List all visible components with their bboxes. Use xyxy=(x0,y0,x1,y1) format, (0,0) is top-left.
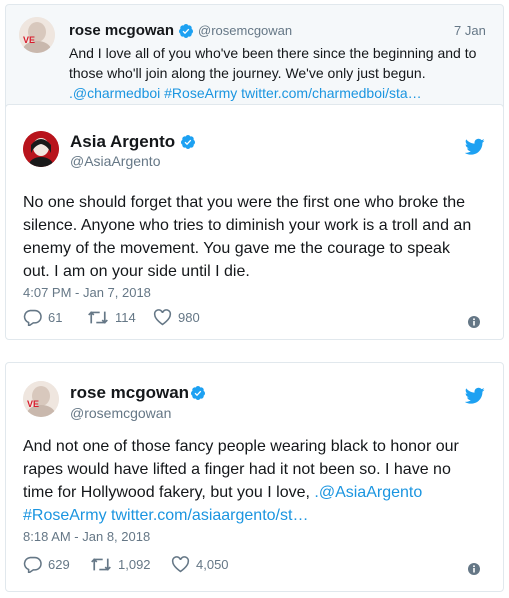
svg-text:VE: VE xyxy=(27,399,39,409)
reply-icon xyxy=(23,556,42,573)
tweet-text-line-1: And not one of those fancy people wearin… xyxy=(23,438,459,455)
verified-badge-icon xyxy=(190,386,205,400)
reply-button[interactable]: 61 xyxy=(23,309,62,326)
like-button[interactable]: 980 xyxy=(153,309,200,326)
avatar-rose-small[interactable]: VE xyxy=(19,17,55,53)
quoted-text-line-2: those who'll join along the journey. We'… xyxy=(69,65,426,81)
tweet-author-name[interactable]: rose mcgowan xyxy=(70,383,189,403)
tweet-timestamp[interactable]: 8:18 AM - Jan 8, 2018 xyxy=(23,529,150,544)
quoted-tweet-card[interactable]: VE rose mcgowan @rosemcgowan 7 Jan And I… xyxy=(5,4,504,117)
info-icon[interactable] xyxy=(468,316,480,328)
twitter-bird-icon[interactable] xyxy=(465,138,485,156)
tweet-card-asia[interactable]: Asia Argento @AsiaArgento No one should … xyxy=(5,104,504,340)
like-button[interactable]: 4,050 xyxy=(171,556,229,573)
like-count: 980 xyxy=(178,310,200,325)
retweet-icon xyxy=(91,558,111,571)
mention-link[interactable]: .@AsiaArgento xyxy=(314,484,422,501)
tweet-text-line-2: rapes would have lifted a finger had it … xyxy=(23,461,451,478)
tweet-author-handle[interactable]: @rosemcgowan xyxy=(70,405,171,421)
reply-count: 61 xyxy=(48,310,63,325)
quoted-text-line-1: And I love all of you who've been there … xyxy=(69,45,477,61)
twitter-bird-icon[interactable] xyxy=(465,387,485,405)
retweet-count: 1,092 xyxy=(118,557,151,572)
avatar-rose[interactable]: VE xyxy=(23,381,59,417)
like-icon xyxy=(171,556,190,573)
info-icon[interactable] xyxy=(468,563,480,575)
tweet-text-line-2: silence. Anyone who tries to diminish yo… xyxy=(23,217,472,234)
quoted-link-line[interactable]: .@charmedboi #RoseArmy twitter.com/charm… xyxy=(69,83,422,103)
verified-badge-icon xyxy=(180,135,195,149)
retweet-button[interactable]: 114 xyxy=(87,309,136,326)
tweet-text-line-1: No one should forget that you were the f… xyxy=(23,194,466,211)
tweet-timestamp[interactable]: 4:07 PM - Jan 7, 2018 xyxy=(23,285,151,300)
verified-badge-icon xyxy=(178,24,193,38)
tweet-text-line-3-plain: time for Hollywood fakery, but you I lov… xyxy=(23,484,315,501)
tweet-card-rose[interactable]: VE rose mcgowan @rosemcgowan And not one… xyxy=(5,362,504,592)
quoted-date[interactable]: 7 Jan xyxy=(454,23,486,38)
retweet-button[interactable]: 1,092 xyxy=(90,556,151,573)
svg-text:VE: VE xyxy=(23,35,35,45)
retweet-icon xyxy=(88,311,108,324)
tweet-text-line-4: out. I am on your side until I die. xyxy=(23,263,250,280)
hashtag-url-link[interactable]: #RoseArmy twitter.com/asiaargento/st… xyxy=(23,504,308,527)
avatar-asia[interactable] xyxy=(23,131,59,167)
reply-icon xyxy=(23,309,42,326)
tweet-author-handle[interactable]: @AsiaArgento xyxy=(70,153,160,169)
reply-count: 629 xyxy=(48,557,70,572)
quoted-author-handle[interactable]: @rosemcgowan xyxy=(198,23,292,38)
like-count: 4,050 xyxy=(196,557,229,572)
quoted-author-name[interactable]: rose mcgowan xyxy=(69,22,174,39)
reply-button[interactable]: 629 xyxy=(23,556,70,573)
tweet-text-line-3: enemy of the movement. You gave me the c… xyxy=(23,240,450,257)
tweet-text-line-3: time for Hollywood fakery, but you I lov… xyxy=(23,481,422,504)
tweet-author-name[interactable]: Asia Argento xyxy=(70,132,175,152)
retweet-count: 114 xyxy=(115,310,136,325)
like-icon xyxy=(153,309,172,326)
